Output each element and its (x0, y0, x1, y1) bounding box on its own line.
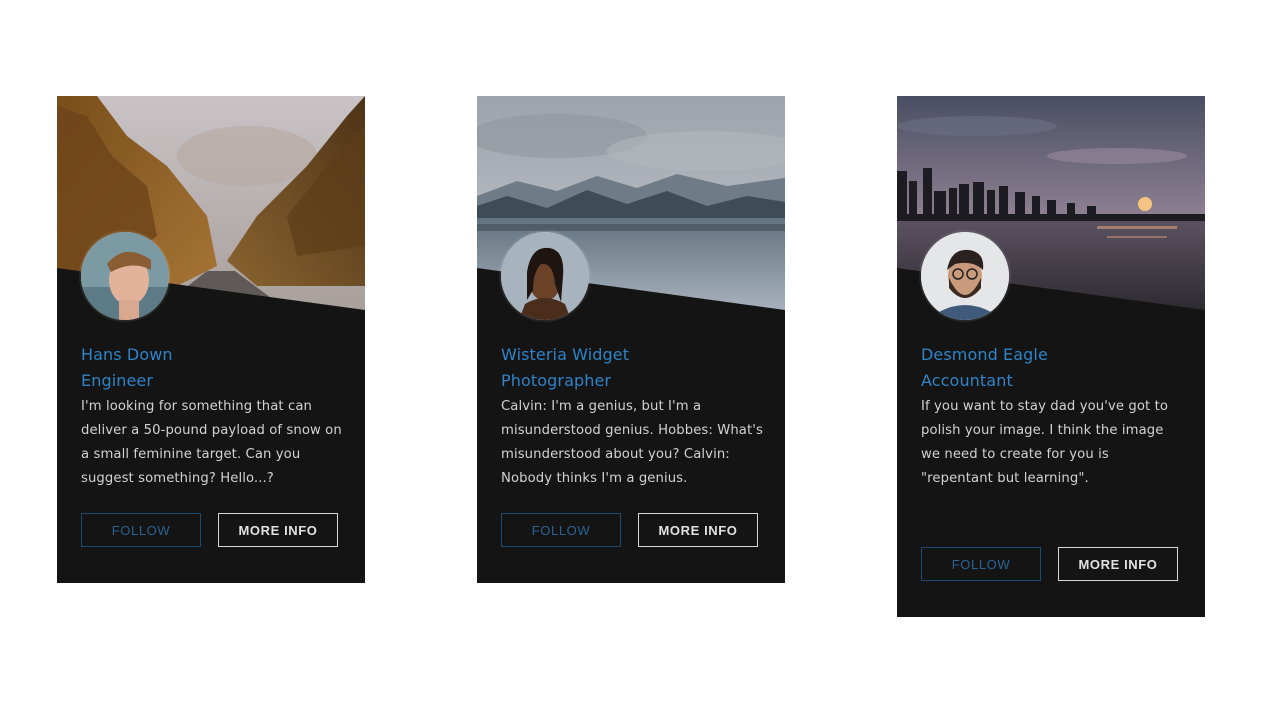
avatar (81, 232, 169, 320)
profile-role: Accountant (921, 371, 1013, 390)
profile-bio: I'm looking for something that can deliv… (81, 399, 342, 486)
avatar-young-man-image (81, 232, 169, 320)
more-info-button[interactable]: MORE INFO (1058, 547, 1178, 581)
avatar-bearded-man-image (921, 232, 1009, 320)
avatar-woman-image (501, 232, 589, 320)
more-info-button[interactable]: MORE INFO (218, 513, 338, 547)
profile-name: Wisteria Widget (501, 345, 630, 364)
profile-role: Photographer (501, 371, 612, 390)
follow-button[interactable]: FOLLOW (501, 513, 621, 547)
profile-bio: Calvin: I'm a genius, but I'm a misunder… (501, 399, 763, 486)
profile-bio: If you want to stay dad you've got to po… (921, 399, 1169, 486)
avatar (921, 232, 1009, 320)
profile-role: Engineer (81, 371, 154, 390)
profile-card-hans-down: Hans Down Engineer I'm looking for somet… (57, 96, 365, 583)
follow-button[interactable]: FOLLOW (921, 547, 1041, 581)
profile-card-wisteria-widget: Wisteria Widget Photographer Calvin: I'm… (477, 96, 785, 583)
more-info-button[interactable]: MORE INFO (638, 513, 758, 547)
follow-button[interactable]: FOLLOW (81, 513, 201, 547)
avatar (501, 232, 589, 320)
profile-name: Desmond Eagle (921, 345, 1048, 364)
profile-card-desmond-eagle: Desmond Eagle Accountant If you want to … (897, 96, 1205, 617)
profile-name: Hans Down (81, 345, 173, 364)
